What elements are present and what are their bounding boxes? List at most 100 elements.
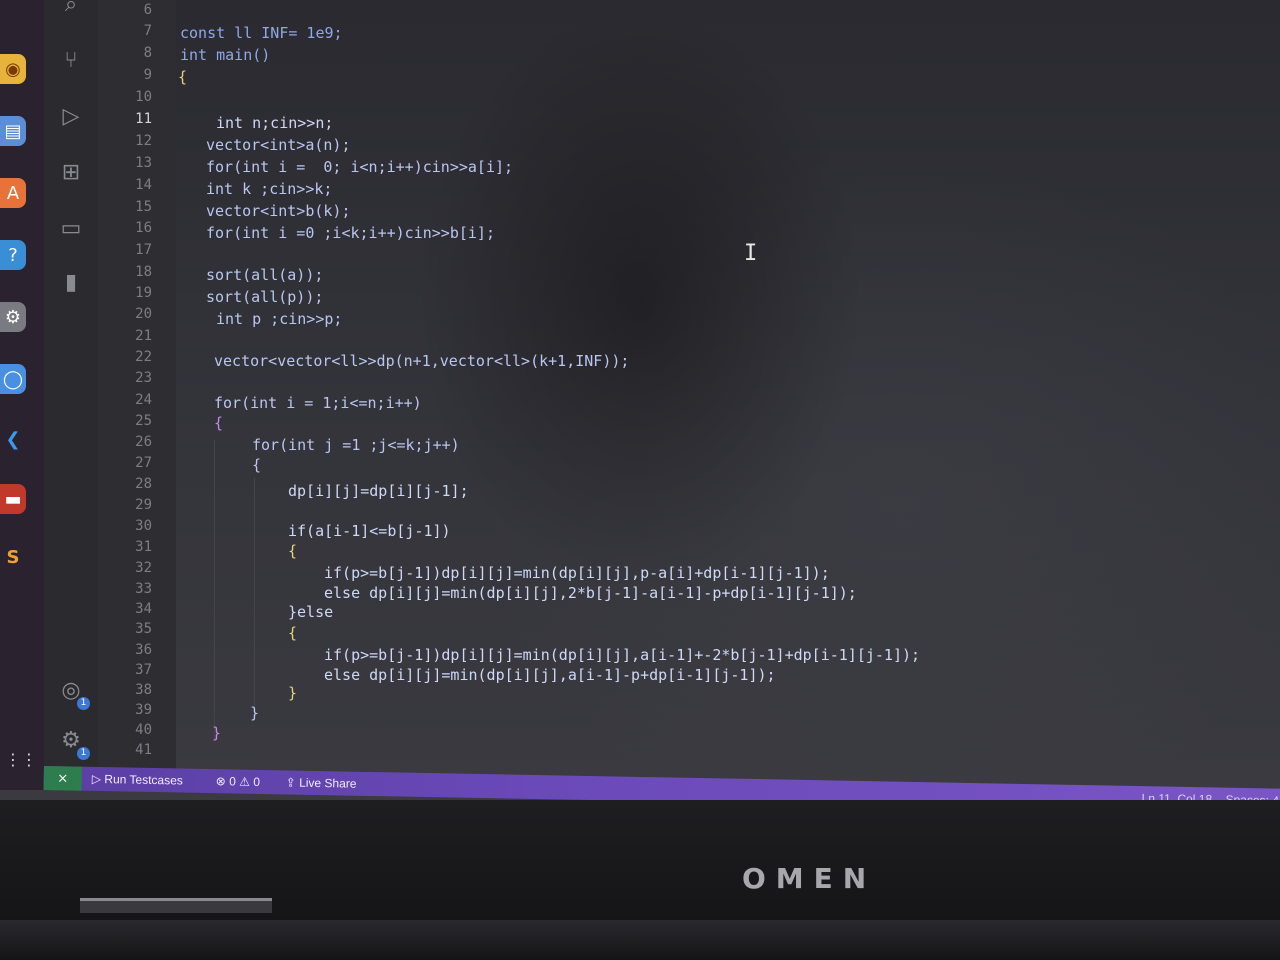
line-number: 18 <box>135 264 152 280</box>
line-number: 37 <box>135 662 152 678</box>
line-number: 32 <box>135 560 152 576</box>
code-line: { <box>214 414 224 432</box>
line-number: 8 <box>143 45 152 61</box>
line-number: 22 <box>135 349 152 365</box>
live-share-button[interactable]: ⇪ Live Share <box>286 770 357 795</box>
line-number: 29 <box>135 497 152 513</box>
line-number: 31 <box>135 539 152 555</box>
line-number: 12 <box>135 133 152 149</box>
code-line: int p ;cin>>p; <box>216 310 343 328</box>
code-line: sort(all(a)); <box>206 266 324 284</box>
line-number: 34 <box>135 601 152 617</box>
chromium-icon[interactable]: ◯ <box>0 364 26 394</box>
line-number: 10 <box>135 89 152 105</box>
live-share-label: Live Share <box>299 775 357 791</box>
indentation-selector[interactable]: Spaces: 4 <box>1225 788 1279 800</box>
code-line: for(int i = 0; i<n;i++)cin>>a[i]; <box>206 158 514 176</box>
accounts-icon[interactable]: ◎ 1 <box>56 676 90 710</box>
settings-badge: 1 <box>77 747 90 760</box>
code-line: vector<int>a(n); <box>206 136 351 154</box>
chart-icon[interactable]: ▮ <box>56 268 86 298</box>
manage-gear-icon[interactable]: ⚙ 1 <box>56 726 90 760</box>
line-number: 38 <box>135 682 152 698</box>
line-number: 15 <box>135 199 152 215</box>
code-line: const ll INF= 1e9; <box>180 24 343 42</box>
code-line: for(int j =1 ;j<=k;j++) <box>252 436 460 454</box>
code-line: if(a[i-1]<=b[j-1]) <box>288 522 451 540</box>
ibeam-cursor-icon: I <box>744 241 758 266</box>
accounts-badge: 1 <box>77 697 90 710</box>
code-line: { <box>252 456 262 474</box>
remote-indicator-icon[interactable]: ⨯ <box>43 766 82 791</box>
line-number: 39 <box>135 702 152 718</box>
code-line: } <box>288 684 298 702</box>
search-icon[interactable]: ⌕ <box>56 0 86 20</box>
line-number: 7 <box>143 23 152 39</box>
remote-explorer-icon[interactable]: ▭ <box>56 214 86 244</box>
code-line: }else <box>288 603 334 621</box>
code-line: vector<int>b(k); <box>206 202 351 220</box>
code-line: for(int i = 1;i<=n;i++) <box>214 394 422 412</box>
show-apps-icon[interactable]: ⋮⋮⋮ <box>0 744 37 774</box>
code-line: else dp[i][j]=min(dp[i][j],a[i-1]-p+dp[i… <box>324 666 776 684</box>
line-number: 40 <box>135 722 152 738</box>
activity-bar: ⌕ ⑂ ▷ ⊞ ▭ ▮ ◎ 1 ⚙ 1 <box>44 0 98 772</box>
help-icon[interactable]: ? <box>0 240 26 270</box>
app-red-icon[interactable]: ▬ <box>0 484 26 514</box>
source-control-icon[interactable]: ⑂ <box>56 46 86 76</box>
code-line: int k ;cin>>k; <box>206 180 333 198</box>
laptop-hinge <box>0 920 1280 960</box>
line-number: 19 <box>135 285 152 301</box>
code-editor[interactable]: const ll INF= 1e9; int main() { int n;ci… <box>178 0 1278 772</box>
line-number: 13 <box>135 155 152 171</box>
line-number: 28 <box>135 476 152 492</box>
error-icon: ⊗ <box>215 774 226 789</box>
code-line: vector<vector<ll>>dp(n+1,vector<ll>(k+1,… <box>214 352 630 370</box>
code-line: else dp[i][j]=min(dp[i][j],2*b[j-1]-a[i-… <box>324 584 857 602</box>
line-number: 14 <box>135 177 152 193</box>
warning-count: 0 <box>253 774 261 789</box>
line-number: 25 <box>135 413 152 429</box>
sublime-text-icon[interactable]: S <box>0 542 26 572</box>
run-testcases-button[interactable]: ▷ Run Testcases <box>92 767 184 793</box>
line-number: 27 <box>135 455 152 471</box>
line-number: 30 <box>135 518 152 534</box>
code-line: for(int i =0 ;i<k;i++)cin>>b[i]; <box>206 224 495 242</box>
settings-app-icon[interactable]: ⚙ <box>0 302 26 332</box>
play-icon: ▷ <box>91 771 102 787</box>
indent-guide <box>254 478 255 708</box>
rhythmbox-icon[interactable]: ◉ <box>0 54 26 84</box>
line-number: 17 <box>135 242 152 258</box>
laptop-screen: ◉ ▤ A ? ⚙ ◯ ❮ ▬ S ⋮⋮⋮ ⌕ ⑂ ▷ ⊞ ▭ ▮ ◎ 1 ⚙ … <box>0 0 1280 800</box>
line-number: 41 <box>135 742 152 758</box>
run-debug-icon[interactable]: ▷ <box>56 102 86 132</box>
line-number: 21 <box>135 328 152 344</box>
line-number: 20 <box>135 306 152 322</box>
code-line: dp[i][j]=dp[i][j-1]; <box>288 482 469 500</box>
extensions-icon[interactable]: ⊞ <box>56 158 86 188</box>
code-line: { <box>288 542 298 560</box>
line-number: 6 <box>143 2 152 18</box>
code-line: } <box>250 704 260 722</box>
code-line: sort(all(p)); <box>206 288 324 306</box>
hinge-plate <box>80 898 272 913</box>
code-line: { <box>288 624 298 642</box>
code-line: } <box>212 724 222 742</box>
line-number: 33 <box>135 581 152 597</box>
cursor-position[interactable]: Ln 11, Col 18 <box>1141 786 1212 800</box>
omen-logo: OMEN <box>742 862 877 895</box>
line-number: 26 <box>135 434 152 450</box>
line-number: 16 <box>135 220 152 236</box>
code-line: if(p>=b[j-1])dp[i][j]=min(dp[i][j],a[i-1… <box>324 646 921 664</box>
writer-icon[interactable]: ▤ <box>0 116 26 146</box>
live-share-icon: ⇪ <box>285 775 296 790</box>
line-number: 36 <box>135 642 152 658</box>
vscode-icon[interactable]: ❮ <box>0 424 26 454</box>
line-number: 23 <box>135 370 152 386</box>
code-line: int main() <box>180 46 271 64</box>
code-line: { <box>178 68 188 86</box>
problems-indicator[interactable]: ⊗ 0 ⚠ 0 <box>216 769 261 794</box>
indent-guide <box>214 440 215 740</box>
line-number: 35 <box>135 621 152 637</box>
software-center-icon[interactable]: A <box>0 178 26 208</box>
